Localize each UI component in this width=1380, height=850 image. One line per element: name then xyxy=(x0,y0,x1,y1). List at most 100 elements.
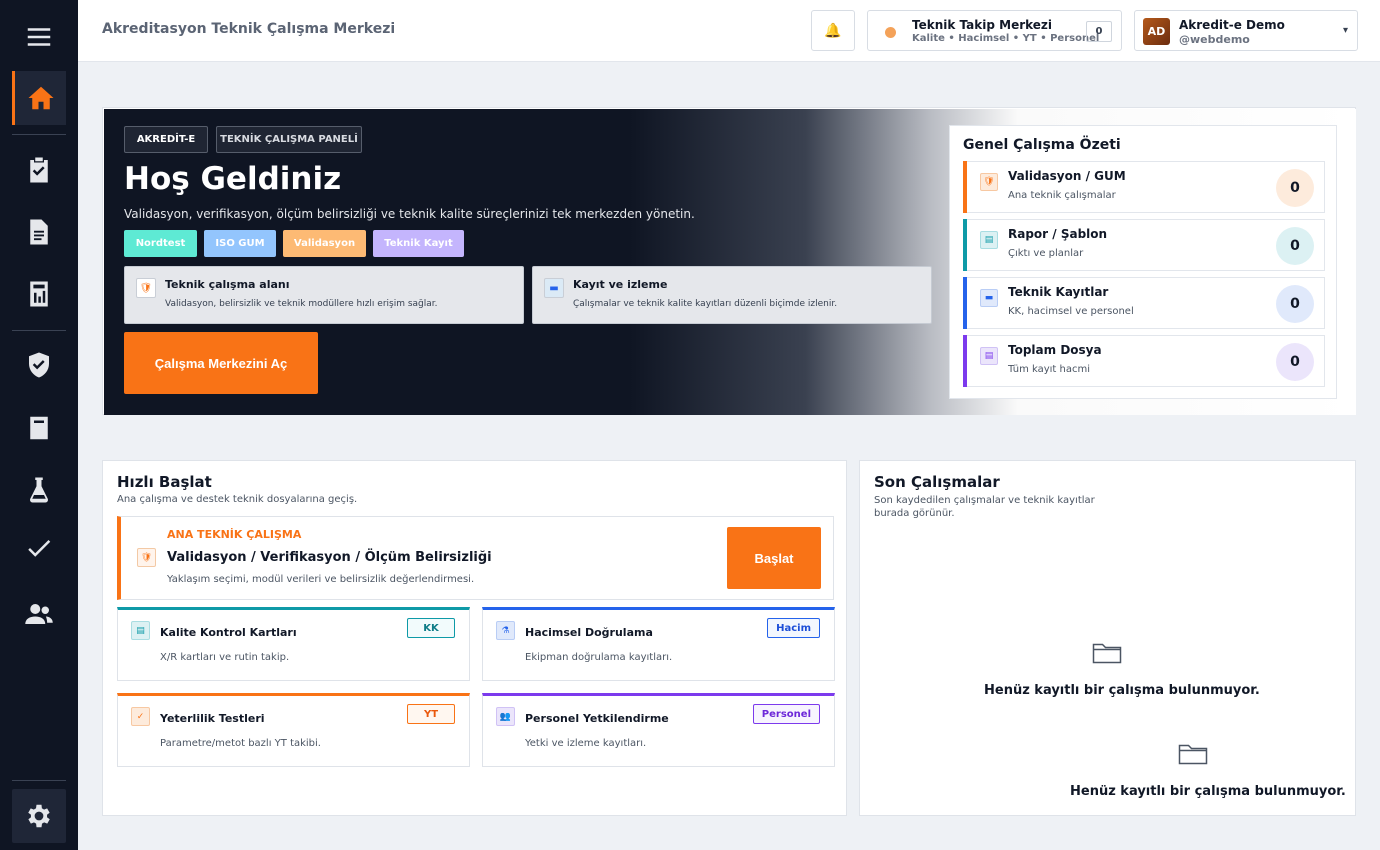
folder-icon: ▬ xyxy=(544,278,564,298)
summary-row-records[interactable]: ▬ Teknik Kayıtlar KK, hacimsel ve person… xyxy=(963,277,1325,329)
avatar: AD xyxy=(1143,18,1170,45)
sidebar xyxy=(0,0,78,850)
flask-icon xyxy=(30,477,48,503)
flask-icon: ⚗ xyxy=(496,621,515,640)
empty-state-text: Henüz kayıtlı bir çalışma bulunmuyor. xyxy=(984,683,1260,698)
home-icon xyxy=(28,86,53,110)
sidebar-divider xyxy=(12,780,66,781)
summary-count: 0 xyxy=(1276,169,1314,207)
start-button[interactable]: Başlat xyxy=(727,527,821,589)
shield-icon: 🛡 xyxy=(136,278,156,298)
file-icon: ▤ xyxy=(980,347,998,365)
panel-title: Hızlı Başlat xyxy=(117,473,212,491)
general-summary-panel: Genel Çalışma Özeti 🛡 Validasyon / GUM A… xyxy=(949,125,1337,399)
summary-count: 0 xyxy=(1276,227,1314,265)
shield-check-icon xyxy=(29,352,49,378)
tag-nordtest: Nordtest xyxy=(124,230,197,257)
summary-row-subtitle: Ana teknik çalışmalar xyxy=(1008,190,1116,201)
shield-icon: 🛡 xyxy=(137,548,156,567)
summary-row-validation[interactable]: 🛡 Validasyon / GUM Ana teknik çalışmalar… xyxy=(963,161,1325,213)
user-menu[interactable]: AD Akredit-e Demo @webdemo ▾ xyxy=(1134,10,1358,51)
card-personnel[interactable]: 👥 Personel Yetkilendirme Yetki ve izleme… xyxy=(482,693,835,767)
gear-icon xyxy=(28,804,50,828)
info-card-tracking: ▬ Kayıt ve izleme Çalışmalar ve teknik k… xyxy=(532,266,932,324)
sidebar-item-approvals[interactable] xyxy=(12,521,66,575)
user-name: Akredit-e Demo xyxy=(1179,18,1285,32)
empty-state-text: Henüz kayıtlı bir çalışma bulunmuyor. xyxy=(1070,784,1346,799)
menu-toggle-button[interactable] xyxy=(12,10,66,64)
summary-count: 0 xyxy=(1276,343,1314,381)
sidebar-item-personnel[interactable] xyxy=(12,587,66,641)
sidebar-item-reports[interactable] xyxy=(12,267,66,321)
document-icon xyxy=(30,219,48,245)
welcome-hero: AKREDİT-E TEKNİK ÇALIŞMA PANELİ Hoş Geld… xyxy=(102,107,1356,415)
bell-icon: 🔔 xyxy=(824,22,842,38)
card-proficiency[interactable]: ✓ Yeterlilik Testleri Parametre/metot ba… xyxy=(117,693,470,767)
card-desc: Ekipman doğrulama kayıtları. xyxy=(525,652,673,663)
card-volumetric[interactable]: ⚗ Hacimsel Doğrulama Ekipman doğrulama k… xyxy=(482,607,835,681)
open-work-center-button[interactable]: Çalışma Merkezini Aç xyxy=(124,332,318,394)
info-card-workspace: 🛡 Teknik çalışma alanı Validasyon, belir… xyxy=(124,266,524,324)
clipboard-check-icon xyxy=(30,157,48,183)
summary-row-files[interactable]: ▤ Toplam Dosya Tüm kayıt hacmi 0 xyxy=(963,335,1325,387)
sidebar-item-documents[interactable] xyxy=(12,205,66,259)
panel-title: Son Çalışmalar xyxy=(874,473,1000,491)
info-desc: Çalışmalar ve teknik kalite kayıtları dü… xyxy=(573,299,838,309)
sidebar-item-lab[interactable] xyxy=(12,463,66,517)
hero-title: Hoş Geldiniz xyxy=(124,161,342,197)
summary-title: Genel Çalışma Özeti xyxy=(963,137,1121,153)
sidebar-item-security[interactable] xyxy=(12,338,66,392)
top-header: Akreditasyon Teknik Çalışma Merkezi 🔔 Te… xyxy=(78,0,1380,62)
tracking-count-badge: 0 xyxy=(1086,21,1112,42)
accent-bar xyxy=(963,161,967,213)
users-icon xyxy=(25,604,53,624)
quick-start-panel: Hızlı Başlat Ana çalışma ve destek tekni… xyxy=(102,460,847,816)
summary-row-subtitle: Tüm kayıt hacmi xyxy=(1008,364,1091,375)
sidebar-divider xyxy=(12,134,66,135)
sidebar-item-settings[interactable] xyxy=(12,789,66,843)
card-badge: KK xyxy=(407,618,455,638)
card-desc: Yaklaşım seçimi, modül verileri ve belir… xyxy=(167,574,475,585)
chart-icon: ▤ xyxy=(131,621,150,640)
summary-row-subtitle: KK, hacimsel ve personel xyxy=(1008,306,1134,317)
summary-row-reports[interactable]: ▤ Rapor / Şablon Çıktı ve planlar 0 xyxy=(963,219,1325,271)
report-icon: ▤ xyxy=(980,231,998,249)
tag-teknik-kayit: Teknik Kayıt xyxy=(373,230,464,257)
tracking-center-subtitle: Kalite • Hacimsel • YT • Personel xyxy=(912,33,1100,44)
panel-subtitle: Son kaydedilen çalışmalar ve teknik kayı… xyxy=(874,495,1095,519)
users-icon: 👥 xyxy=(496,707,515,726)
summary-row-title: Rapor / Şablon xyxy=(1008,227,1108,241)
brand-chip: AKREDİT-E xyxy=(124,126,208,153)
card-quality-control[interactable]: ▤ Kalite Kontrol Kartları X/R kartları v… xyxy=(117,607,470,681)
book-icon xyxy=(30,416,48,440)
folder-icon xyxy=(1092,643,1122,664)
sidebar-item-library[interactable] xyxy=(12,401,66,455)
summary-row-title: Toplam Dosya xyxy=(1008,343,1102,357)
card-desc: Parametre/metot bazlı YT takibi. xyxy=(160,738,321,749)
card-title: Validasyon / Verifikasyon / Ölçüm Belirs… xyxy=(167,550,492,565)
user-handle: @webdemo xyxy=(1179,33,1250,46)
card-title: Yeterlilik Testleri xyxy=(160,712,265,725)
folder-icon: ▬ xyxy=(980,289,998,307)
summary-row-title: Validasyon / GUM xyxy=(1008,169,1126,183)
main-technical-card: ANA TEKNİK ÇALIŞMA 🛡 Validasyon / Verifi… xyxy=(117,516,834,600)
card-desc: Yetki ve izleme kayıtları. xyxy=(525,738,647,749)
accent-bar xyxy=(963,335,967,387)
notifications-button[interactable]: 🔔 xyxy=(811,10,855,51)
card-kicker: ANA TEKNİK ÇALIŞMA xyxy=(167,528,302,541)
info-desc: Validasyon, belirsizlik ve teknik modüll… xyxy=(165,299,438,309)
card-desc: X/R kartları ve rutin takip. xyxy=(160,652,290,663)
shield-icon: 🛡 xyxy=(980,173,998,191)
hero-subtitle: Validasyon, verifikasyon, ölçüm belirsiz… xyxy=(124,207,695,221)
panel-subtitle: Ana çalışma ve destek teknik dosyalarına… xyxy=(117,494,358,505)
sidebar-item-home[interactable] xyxy=(12,71,66,125)
tracking-center-widget[interactable]: Teknik Takip Merkezi Kalite • Hacimsel •… xyxy=(867,10,1122,51)
sidebar-item-tasks[interactable] xyxy=(12,143,66,197)
accent-bar xyxy=(963,219,967,271)
card-badge: YT xyxy=(407,704,455,724)
tag-validasyon: Validasyon xyxy=(283,230,366,257)
card-title: Personel Yetkilendirme xyxy=(525,712,669,725)
recent-work-panel: Son Çalışmalar Son kaydedilen çalışmalar… xyxy=(859,460,1356,816)
status-dot xyxy=(885,27,896,38)
summary-row-title: Teknik Kayıtlar xyxy=(1008,285,1109,299)
